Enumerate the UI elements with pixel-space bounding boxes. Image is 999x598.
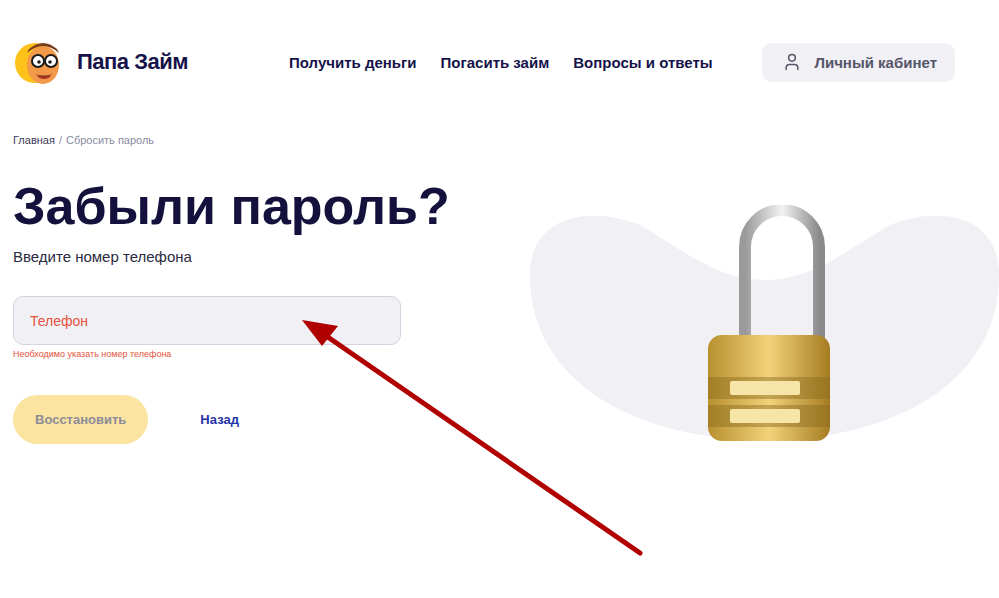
phone-error: Необходимо указать номер телефона xyxy=(13,348,530,360)
logo-icon xyxy=(13,37,71,87)
annotation-arrow-icon xyxy=(0,0,999,598)
phone-input[interactable] xyxy=(13,296,401,345)
breadcrumb-item[interactable]: Главная xyxy=(13,133,55,147)
breadcrumb-separator: / xyxy=(59,133,62,147)
logo-text[interactable]: Папа Займ xyxy=(77,49,188,75)
nav-link[interactable]: Погасить займ xyxy=(441,54,550,71)
padlock-illustration xyxy=(530,205,999,445)
form-actions: Восстановить Назад xyxy=(13,395,530,444)
illustration xyxy=(530,124,999,449)
breadcrumb-item: Сбросить пароль xyxy=(66,133,154,147)
account-button[interactable]: Личный кабинет xyxy=(762,43,955,82)
reset-form: Главная / Сбросить пароль Забыли пароль? Вве… xyxy=(13,124,530,449)
nav-link[interactable]: Вопросы и ответы xyxy=(573,54,712,71)
restore-button[interactable]: Восстановить xyxy=(13,395,148,444)
main: Главная / Сбросить пароль Забыли пароль? Вве… xyxy=(13,124,955,449)
form-subtitle: Введите номер телефона xyxy=(13,247,530,267)
page: Папа Займ Получить деньги Погасить займ Воп… xyxy=(0,0,999,598)
logo[interactable]: Папа Займ xyxy=(13,37,289,87)
user-icon xyxy=(782,52,802,72)
breadcrumbs: Главная / Сбросить пароль xyxy=(13,133,530,147)
nav-link[interactable]: Получить деньги xyxy=(289,54,417,71)
header: Папа Займ Получить деньги Погасить займ Воп… xyxy=(13,0,955,124)
background-shape xyxy=(530,216,999,440)
main-nav: Получить деньги Погасить займ Вопросы и от… xyxy=(289,54,713,71)
back-link[interactable]: Назад xyxy=(200,408,239,431)
page-title: Забыли пароль? xyxy=(13,175,530,237)
